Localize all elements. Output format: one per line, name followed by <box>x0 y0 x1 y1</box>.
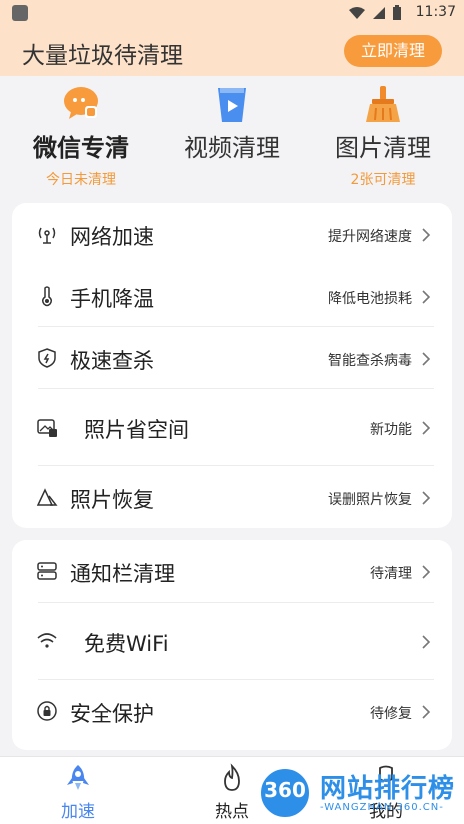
row-hint: 降低电池损耗 <box>328 291 412 307</box>
row-photo-compress[interactable]: 照片省空间 新功能 <box>12 389 452 465</box>
rocket-icon <box>67 765 89 790</box>
photo-restore-icon <box>36 488 58 506</box>
status-bar: 11:37 <box>0 0 464 26</box>
chevron-right-icon <box>422 352 431 366</box>
chevron-right-icon <box>422 565 431 579</box>
video-icon <box>218 88 246 122</box>
tool-name: 图片清理 <box>335 134 431 162</box>
chevron-right-icon <box>422 491 431 505</box>
page-title: 大量垃圾待清理 <box>22 43 183 69</box>
row-hint: 误删照片恢复 <box>328 492 412 508</box>
notification-icon <box>37 562 57 580</box>
row-label: 安全保护 <box>70 702 154 726</box>
battery-icon <box>393 5 401 20</box>
row-network-boost[interactable]: 网络加速 提升网络速度 <box>12 203 452 265</box>
row-free-wifi[interactable]: 免费WiFi <box>12 603 452 679</box>
thermometer-icon <box>41 286 53 307</box>
chevron-right-icon <box>422 705 431 719</box>
row-hint: 智能查杀病毒 <box>328 353 412 369</box>
watermark-url: -WANGZHAN.360.CN- <box>320 802 444 813</box>
clean-now-button[interactable]: 立即清理 <box>344 35 442 67</box>
watermark-logo: 360 <box>264 778 306 802</box>
row-label: 通知栏清理 <box>70 562 175 586</box>
wechat-icon <box>64 87 98 119</box>
features-card-b: 通知栏清理 待清理 免费WiFi 安全保护 待修复 <box>12 540 452 750</box>
cell-signal-icon <box>373 7 385 19</box>
tool-image-clean[interactable]: 图片清理 2张可清理 <box>308 76 458 189</box>
tool-status: 2张可清理 <box>350 172 416 188</box>
header: 大量垃圾待清理 立即清理 <box>0 26 464 76</box>
watermark: 360 网站排行榜 -WANGZHAN.360.CN- <box>258 764 464 822</box>
row-label: 免费WiFi <box>84 632 169 656</box>
photo-compress-icon <box>37 419 57 437</box>
tool-name: 视频清理 <box>184 134 280 162</box>
tool-name: 微信专清 <box>33 134 129 162</box>
row-photo-restore[interactable]: 照片恢复 误删照片恢复 <box>12 466 452 528</box>
broom-icon <box>366 86 400 122</box>
row-label: 手机降温 <box>70 287 154 311</box>
chevron-right-icon <box>422 290 431 304</box>
features-card-a: 网络加速 提升网络速度 手机降温 降低电池损耗 极速查杀 智能查杀病毒 照片省空… <box>12 203 452 528</box>
row-label: 照片省空间 <box>84 418 189 442</box>
row-phone-cooling[interactable]: 手机降温 降低电池损耗 <box>12 265 452 327</box>
tool-status: 今日未清理 <box>46 172 116 188</box>
wifi-status-icon <box>349 7 365 19</box>
row-notification-clean[interactable]: 通知栏清理 待清理 <box>12 540 452 602</box>
signal-icon <box>38 227 56 244</box>
nav-tab-boost[interactable]: 加速 <box>28 757 128 824</box>
row-hint: 新功能 <box>370 422 412 438</box>
top-tools: 微信专清 今日未清理 视频清理 图片清理 2张可清理 <box>0 76 464 194</box>
row-hint: 提升网络速度 <box>328 229 412 245</box>
row-hint: 待清理 <box>370 566 412 582</box>
flame-icon <box>224 763 240 791</box>
status-time: 11:37 <box>415 4 456 20</box>
row-security-protection[interactable]: 安全保护 待修复 <box>12 680 452 742</box>
tool-wechat-clean[interactable]: 微信专清 今日未清理 <box>6 76 156 189</box>
row-label: 极速查杀 <box>70 349 154 373</box>
row-label: 照片恢复 <box>70 488 154 512</box>
watermark-title: 网站排行榜 <box>320 774 456 804</box>
row-hint: 待修复 <box>370 706 412 722</box>
wifi-icon <box>37 633 57 648</box>
chevron-right-icon <box>422 228 431 242</box>
row-label: 网络加速 <box>70 225 154 249</box>
row-virus-scan[interactable]: 极速查杀 智能查杀病毒 <box>12 327 452 389</box>
chevron-right-icon <box>422 421 431 435</box>
lock-icon <box>37 701 57 721</box>
shield-icon <box>38 348 56 368</box>
chevron-right-icon <box>422 635 431 649</box>
status-icons <box>348 5 402 21</box>
app-notification-icon <box>12 5 28 21</box>
tool-video-clean[interactable]: 视频清理 <box>157 76 307 169</box>
nav-label: 加速 <box>61 802 95 822</box>
